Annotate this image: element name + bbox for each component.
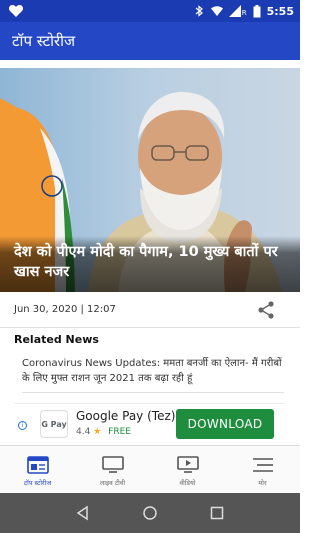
- status-time: 5:55: [266, 4, 294, 18]
- signal-icon: R: [228, 5, 247, 17]
- hero-story-card[interactable]: देश को पीएम मोदी का पैगाम, 10 मुख्य बातो…: [0, 68, 300, 292]
- related-news-title: Related News: [14, 333, 99, 346]
- hero-headline[interactable]: देश को पीएम मोदी का पैगाम, 10 मुख्य बातो…: [14, 242, 286, 282]
- home-icon[interactable]: [142, 505, 158, 521]
- star-icon: ★: [93, 427, 102, 437]
- nav-item-video[interactable]: वीडियो: [150, 446, 225, 493]
- video-icon: [176, 456, 199, 473]
- nav-label: मोर: [258, 479, 267, 487]
- menu-icon: [252, 458, 273, 472]
- newspaper-icon: [26, 456, 49, 474]
- ad-info-icon[interactable]: i: [18, 421, 27, 430]
- ad-banner[interactable]: i G Pay Google Pay (Tez) 4.4 ★ FREE DOWN…: [14, 403, 286, 443]
- nav-item-more[interactable]: मोर: [225, 446, 300, 493]
- ad-app-name: Google Pay (Tez): [76, 409, 176, 423]
- system-nav-bar: [0, 493, 300, 533]
- related-news-item[interactable]: Coronavirus News Updates: ममता बनर्जी का…: [22, 356, 284, 393]
- ad-rating-row: 4.4 ★ FREE: [76, 427, 131, 437]
- share-icon[interactable]: [256, 300, 276, 320]
- tv-icon: [101, 456, 124, 473]
- bluetooth-icon: [195, 5, 203, 17]
- google-pay-logo: G Pay: [40, 410, 68, 438]
- nav-label: वीडियो: [179, 479, 196, 487]
- download-button[interactable]: DOWNLOAD: [176, 409, 274, 439]
- nav-label: लाइव टीवी: [99, 479, 126, 487]
- wifi-icon: [210, 6, 223, 16]
- battery-icon: [253, 4, 261, 17]
- status-bar: R 5:55: [0, 0, 300, 22]
- ad-rating: 4.4: [76, 427, 91, 437]
- ad-price: FREE: [108, 427, 131, 437]
- nav-item-live-tv[interactable]: लाइव टीवी: [75, 446, 150, 493]
- page-title: टॉप स्टोरीज: [12, 32, 76, 50]
- heart-icon: [8, 5, 24, 17]
- story-meta: Jun 30, 2020 | 12:07: [0, 292, 300, 328]
- app-screen: R 5:55 टॉप स्टोरीज देश को पीएम मोदी का प…: [0, 0, 300, 533]
- bottom-nav: टॉप स्टोरीज लाइव टीवी वीडियो मोर: [0, 445, 300, 493]
- nav-item-top-stories[interactable]: टॉप स्टोरीज: [0, 446, 75, 493]
- app-bar: टॉप स्टोरीज: [0, 22, 300, 60]
- nav-label: टॉप स्टोरीज: [23, 479, 52, 487]
- hero-caption: देश को पीएम मोदी का पैगाम, 10 मुख्य बातो…: [0, 236, 300, 292]
- status-icons: R 5:55: [193, 0, 294, 22]
- story-date: Jun 30, 2020 | 12:07: [14, 304, 116, 315]
- recents-icon[interactable]: [209, 505, 225, 521]
- back-icon[interactable]: [75, 505, 91, 521]
